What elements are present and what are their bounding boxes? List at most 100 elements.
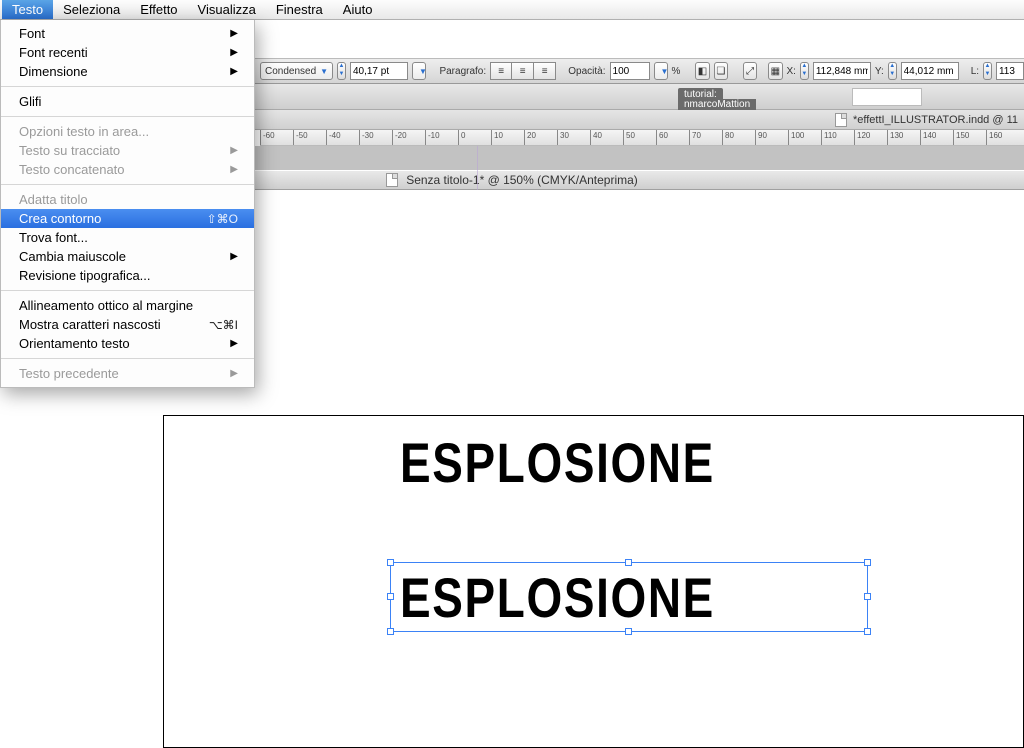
menu-item-label: Allineamento ottico al margine bbox=[19, 298, 193, 313]
align-right-button[interactable]: ≡ bbox=[534, 62, 556, 80]
menu-item-label: Testo su tracciato bbox=[19, 143, 120, 158]
selection-handle[interactable] bbox=[387, 559, 394, 566]
font-style-select[interactable]: Condensed ▼ bbox=[260, 62, 333, 80]
y-input[interactable] bbox=[901, 62, 959, 80]
menu-item-label: Mostra caratteri nascosti bbox=[19, 317, 161, 332]
chevron-down-icon: ▼ bbox=[320, 67, 328, 76]
menu-separator bbox=[1, 116, 254, 117]
menu-item-label: Opzioni testo in area... bbox=[19, 124, 149, 139]
menu-separator bbox=[1, 290, 254, 291]
menu-item-revisione-tipografica[interactable]: Revisione tipografica... bbox=[1, 266, 254, 285]
menu-item-label: Adatta titolo bbox=[19, 192, 88, 207]
document-icon bbox=[835, 113, 847, 127]
menu-item-adatta-titolo: Adatta titolo bbox=[1, 190, 254, 209]
menu-item-allineamento-ottico-al-margine[interactable]: Allineamento ottico al margine bbox=[1, 296, 254, 315]
side-panel-thumb bbox=[852, 88, 922, 106]
y-stepper[interactable]: ▲▼ bbox=[888, 62, 897, 80]
submenu-arrow-icon: ▶ bbox=[230, 251, 238, 262]
chevron-down-icon: ▼ bbox=[419, 67, 427, 76]
submenu-arrow-icon: ▶ bbox=[230, 66, 238, 77]
submenu-arrow-icon: ▶ bbox=[230, 368, 238, 379]
selection-bounding-box[interactable] bbox=[390, 562, 868, 632]
font-size-input[interactable] bbox=[350, 62, 408, 80]
menu-item-testo-concatenato: Testo concatenato ▶ bbox=[1, 160, 254, 179]
menu-item-testo-precedente: Testo precedente ▶ bbox=[1, 364, 254, 383]
align-center-button[interactable]: ≡ bbox=[512, 62, 534, 80]
selection-handle[interactable] bbox=[387, 593, 394, 600]
opacity-input[interactable] bbox=[610, 62, 650, 80]
reference-point-icon[interactable]: ▦ bbox=[768, 62, 782, 80]
menu-item-opzioni-testo-in-area: Opzioni testo in area... bbox=[1, 122, 254, 141]
l-input[interactable] bbox=[996, 62, 1024, 80]
horizontal-ruler[interactable]: -60-50-40-30-20-100102030405060708090100… bbox=[260, 130, 1024, 146]
menu-item-dimensione[interactable]: Dimensione ▶ bbox=[1, 62, 254, 81]
menu-item-mostra-caratteri-nascosti[interactable]: Mostra caratteri nascosti ⌥⌘I bbox=[1, 315, 254, 334]
menu-finestra[interactable]: Finestra bbox=[266, 0, 333, 19]
menu-visualizza[interactable]: Visualizza bbox=[188, 0, 266, 19]
menu-item-label: Font bbox=[19, 26, 45, 41]
menu-seleziona[interactable]: Seleziona bbox=[53, 0, 130, 19]
submenu-arrow-icon: ▶ bbox=[230, 338, 238, 349]
menu-item-font-recenti[interactable]: Font recenti ▶ bbox=[1, 43, 254, 62]
menu-separator bbox=[1, 358, 254, 359]
x-stepper[interactable]: ▲▼ bbox=[800, 62, 809, 80]
opacity-unit: % bbox=[672, 66, 681, 77]
submenu-arrow-icon: ▶ bbox=[230, 164, 238, 175]
font-size-dropdown[interactable]: ▼ bbox=[412, 62, 426, 80]
style-icon-2[interactable]: ❏ bbox=[714, 62, 728, 80]
menubar: Testo Seleziona Effetto Visualizza Fines… bbox=[0, 0, 1024, 20]
menu-item-label: Testo precedente bbox=[19, 366, 119, 381]
menu-item-orientamento-testo[interactable]: Orientamento testo ▶ bbox=[1, 334, 254, 353]
opacity-dropdown[interactable]: ▼ bbox=[654, 62, 668, 80]
text-object-1[interactable]: ESPLOSIONE bbox=[400, 430, 715, 495]
chevron-down-icon: ▼ bbox=[661, 67, 669, 76]
menu-item-label: Font recenti bbox=[19, 45, 88, 60]
x-input[interactable] bbox=[813, 62, 871, 80]
selection-handle[interactable] bbox=[387, 628, 394, 635]
align-button-group: ≡ ≡ ≡ bbox=[490, 62, 556, 80]
column-guide bbox=[477, 146, 478, 190]
selection-handle[interactable] bbox=[864, 593, 871, 600]
menu-item-cambia-maiuscole[interactable]: Cambia maiuscole ▶ bbox=[1, 247, 254, 266]
menu-item-label: Dimensione bbox=[19, 64, 88, 79]
l-label: L: bbox=[971, 66, 979, 77]
menu-item-font[interactable]: Font ▶ bbox=[1, 24, 254, 43]
window-title: Senza titolo-1* @ 150% (CMYK/Anteprima) bbox=[406, 173, 638, 187]
other-document-tab[interactable]: *effettI_ILLUSTRATOR.indd @ 11 bbox=[853, 114, 1018, 126]
submenu-arrow-icon: ▶ bbox=[230, 47, 238, 58]
menu-item-trova-font[interactable]: Trova font... bbox=[1, 228, 254, 247]
menu-item-label: Revisione tipografica... bbox=[19, 268, 151, 283]
document-icon bbox=[386, 173, 398, 187]
align-left-button[interactable]: ≡ bbox=[490, 62, 512, 80]
menu-item-shortcut: ⌥⌘I bbox=[209, 318, 238, 332]
submenu-arrow-icon: ▶ bbox=[230, 145, 238, 156]
opacity-label: Opacità: bbox=[568, 66, 605, 77]
menu-item-crea-contorno[interactable]: Crea contorno ⇧⌘O bbox=[1, 209, 254, 228]
menu-item-label: Crea contorno bbox=[19, 211, 101, 226]
menu-item-glifi[interactable]: Glifi bbox=[1, 92, 254, 111]
submenu-arrow-icon: ▶ bbox=[230, 28, 238, 39]
selection-handle[interactable] bbox=[864, 628, 871, 635]
menu-item-label: Testo concatenato bbox=[19, 162, 125, 177]
menu-aiuto[interactable]: Aiuto bbox=[333, 0, 383, 19]
selection-handle[interactable] bbox=[625, 559, 632, 566]
x-label: X: bbox=[787, 66, 796, 77]
menu-effetto[interactable]: Effetto bbox=[130, 0, 187, 19]
menu-separator bbox=[1, 184, 254, 185]
menu-item-label: Glifi bbox=[19, 94, 41, 109]
menu-item-testo-su-tracciato: Testo su tracciato ▶ bbox=[1, 141, 254, 160]
transform-icon-1[interactable]: ⤢ bbox=[743, 62, 757, 80]
menu-item-shortcut: ⇧⌘O bbox=[207, 212, 238, 226]
menu-item-label: Trova font... bbox=[19, 230, 88, 245]
font-style-value: Condensed bbox=[265, 66, 316, 77]
selection-handle[interactable] bbox=[625, 628, 632, 635]
menu-item-label: Cambia maiuscole bbox=[19, 249, 126, 264]
selection-handle[interactable] bbox=[864, 559, 871, 566]
menu-separator bbox=[1, 86, 254, 87]
testo-dropdown-menu: Font ▶ Font recenti ▶ Dimensione ▶ Glifi Opzion… bbox=[0, 20, 255, 388]
menu-item-label: Orientamento testo bbox=[19, 336, 130, 351]
l-stepper[interactable]: ▲▼ bbox=[983, 62, 992, 80]
style-icon-1[interactable]: ◧ bbox=[695, 62, 709, 80]
menu-testo[interactable]: Testo bbox=[2, 0, 53, 19]
font-size-stepper[interactable]: ▲▼ bbox=[337, 62, 346, 80]
